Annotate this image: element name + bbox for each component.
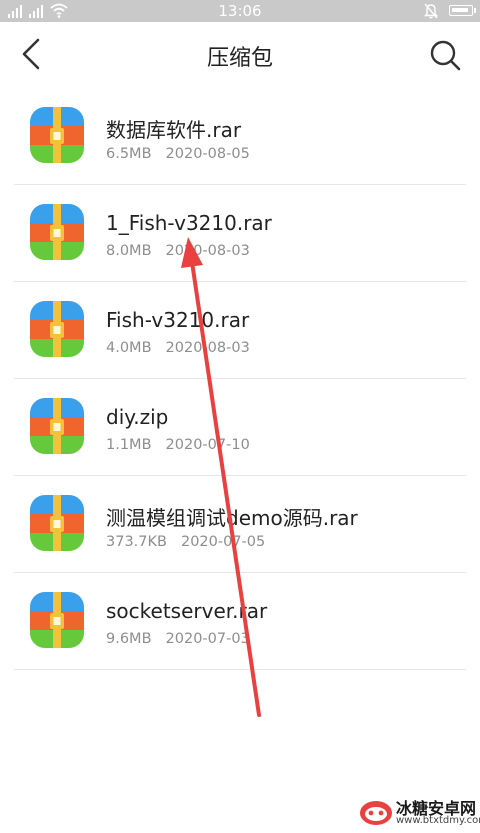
file-date: 2020-08-03: [165, 340, 250, 356]
file-meta: 8.0MB 2020-08-03: [106, 243, 250, 259]
file-size: 373.7KB: [106, 534, 167, 550]
page-title: 压缩包: [206, 46, 273, 71]
file-meta: 4.0MB 2020-08-03: [106, 340, 250, 356]
file-name: 测温模组调试demo源码.rar: [106, 506, 358, 530]
mute-bell-icon: [424, 3, 438, 19]
file-size: 4.0MB: [106, 340, 152, 356]
archive-file-icon: [30, 301, 84, 357]
top-app-bar: 压缩包: [0, 22, 480, 86]
file-date: 2020-07-05: [180, 534, 266, 550]
file-name: 1_Fish-v3210.rar: [106, 211, 272, 235]
watermark: 冰糖安卓网 www.btxtdmy.com: [356, 792, 480, 832]
search-button[interactable]: [428, 38, 462, 72]
watermark-logo-icon: [360, 801, 392, 825]
battery-icon: [449, 5, 476, 16]
archive-file-icon: [30, 592, 84, 648]
file-meta: 6.5MB 2020-08-05: [106, 146, 250, 162]
file-meta: 9.6MB 2020-07-03: [106, 631, 250, 647]
archive-file-icon: [30, 204, 84, 260]
file-list: 数据库软件.rar 6.5MB 2020-08-05 1_Fish-v3210.r…: [0, 88, 480, 670]
file-list-item[interactable]: 数据库软件.rar 6.5MB 2020-08-05: [14, 88, 466, 185]
file-name: socketserver.rar: [106, 599, 268, 623]
file-date: 2020-07-10: [165, 437, 250, 453]
file-meta: 373.7KB 2020-07-05: [106, 534, 265, 550]
archive-file-icon: [30, 107, 84, 163]
file-list-item[interactable]: Fish-v3210.rar 4.0MB 2020-08-03: [14, 282, 466, 379]
file-name: diy.zip: [106, 405, 169, 429]
file-meta: 1.1MB 2020-07-10: [106, 437, 250, 453]
file-date: 2020-08-03: [165, 243, 250, 259]
file-date: 2020-07-03: [165, 631, 250, 647]
file-size: 1.1MB: [106, 437, 152, 453]
search-icon: [430, 40, 461, 71]
file-list-item[interactable]: 1_Fish-v3210.rar 8.0MB 2020-08-03: [14, 185, 466, 282]
file-list-item[interactable]: 测温模组调试demo源码.rar 373.7KB 2020-07-05: [14, 476, 466, 573]
file-size: 6.5MB: [106, 146, 152, 162]
file-size: 8.0MB: [106, 243, 152, 259]
file-list-item[interactable]: socketserver.rar 9.6MB 2020-07-03: [14, 573, 466, 670]
archive-file-icon: [30, 495, 84, 551]
status-time: 13:06: [218, 2, 262, 20]
status-bar: 13:06: [0, 0, 480, 22]
archive-file-icon: [30, 398, 84, 454]
file-list-item[interactable]: diy.zip 1.1MB 2020-07-10: [14, 379, 466, 476]
file-date: 2020-08-05: [165, 146, 250, 162]
file-name: 数据库软件.rar: [106, 118, 242, 142]
watermark-url: www.btxtdmy.com: [396, 815, 480, 826]
file-size: 9.6MB: [106, 631, 152, 647]
file-name: Fish-v3210.rar: [106, 308, 250, 332]
